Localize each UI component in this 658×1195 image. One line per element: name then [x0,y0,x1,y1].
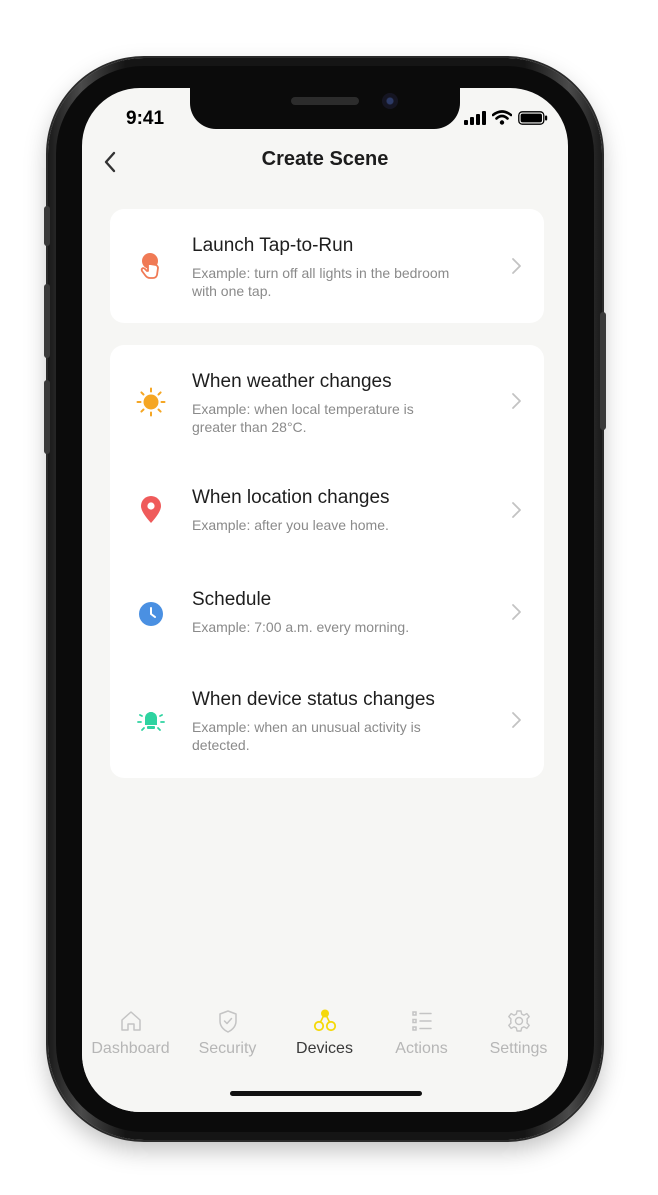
navigation-bar: Create Scene [82,138,568,182]
row-description: Example: when local temperature is great… [192,401,414,435]
row-title: When device status changes [192,689,435,710]
row-description: Example: turn off all lights in the bedr… [192,265,450,299]
row-title: When location changes [192,487,390,508]
tap-to-run-card: Launch Tap-to-Run Example: turn off all … [110,209,544,323]
launch-tap-to-run-row[interactable]: Launch Tap-to-Run Example: turn off all … [110,209,544,323]
shield-icon [218,1010,237,1033]
status-time: 9:41 [126,108,165,129]
device-bulb-icon [137,712,165,731]
row-title: When weather changes [192,371,392,392]
location-pin-icon [141,496,161,523]
tap-hand-icon [140,253,159,279]
tab-label: Settings [489,1040,548,1057]
chevron-right-icon [512,393,521,409]
row-description: Example: 7:00 a.m. every morning. [192,619,410,635]
chevron-right-icon [512,604,521,620]
row-description: Example: when an unusual activity is det… [192,719,421,753]
weather-condition-row[interactable]: When weather changes Example: when local… [110,345,544,459]
home-icon [120,1011,141,1031]
wifi-icon [492,110,512,125]
row-description: Example: after you leave home. [192,517,389,533]
volume-down-button [44,380,50,454]
mute-switch [44,206,50,246]
conditions-card: When weather changes Example: when local… [110,345,544,778]
clock-icon [139,602,163,626]
cellular-signal-icon [464,110,486,125]
tab-label: Actions [395,1040,448,1057]
power-button [600,312,606,430]
status-icons [464,110,548,125]
home-indicator [230,1091,422,1096]
devices-icon [313,1009,336,1032]
location-condition-row[interactable]: When location changes Example: after you… [110,459,544,561]
page-title: Create Scene [261,148,389,170]
sun-icon [136,387,166,417]
list-icon [411,1011,432,1031]
volume-up-button [44,284,50,358]
tab-label: Security [198,1040,257,1057]
device-status-condition-row[interactable]: When device status changes Example: when… [110,663,544,778]
notch [190,88,460,129]
tab-dashboard[interactable]: Dashboard [82,1002,179,1058]
gear-icon [507,1010,530,1032]
chevron-right-icon [512,502,521,518]
row-title: Launch Tap-to-Run [192,235,354,256]
app-screen: 9:41 Create Scene Launch Tap-to-Run Exam… [82,88,568,1112]
speaker-grill [291,97,359,105]
chevron-right-icon [512,712,521,728]
tab-security[interactable]: Security [179,1002,276,1058]
row-title: Schedule [192,589,272,610]
tab-devices[interactable]: Devices [276,1002,373,1058]
tab-settings[interactable]: Settings [470,1002,567,1058]
schedule-condition-row[interactable]: Schedule Example: 7:00 a.m. every mornin… [110,561,544,663]
front-camera [382,93,398,109]
tab-label: Dashboard [91,1040,170,1057]
tab-label: Devices [296,1040,353,1057]
battery-icon [518,110,548,125]
chevron-right-icon [512,258,521,274]
tab-actions[interactable]: Actions [373,1002,470,1058]
